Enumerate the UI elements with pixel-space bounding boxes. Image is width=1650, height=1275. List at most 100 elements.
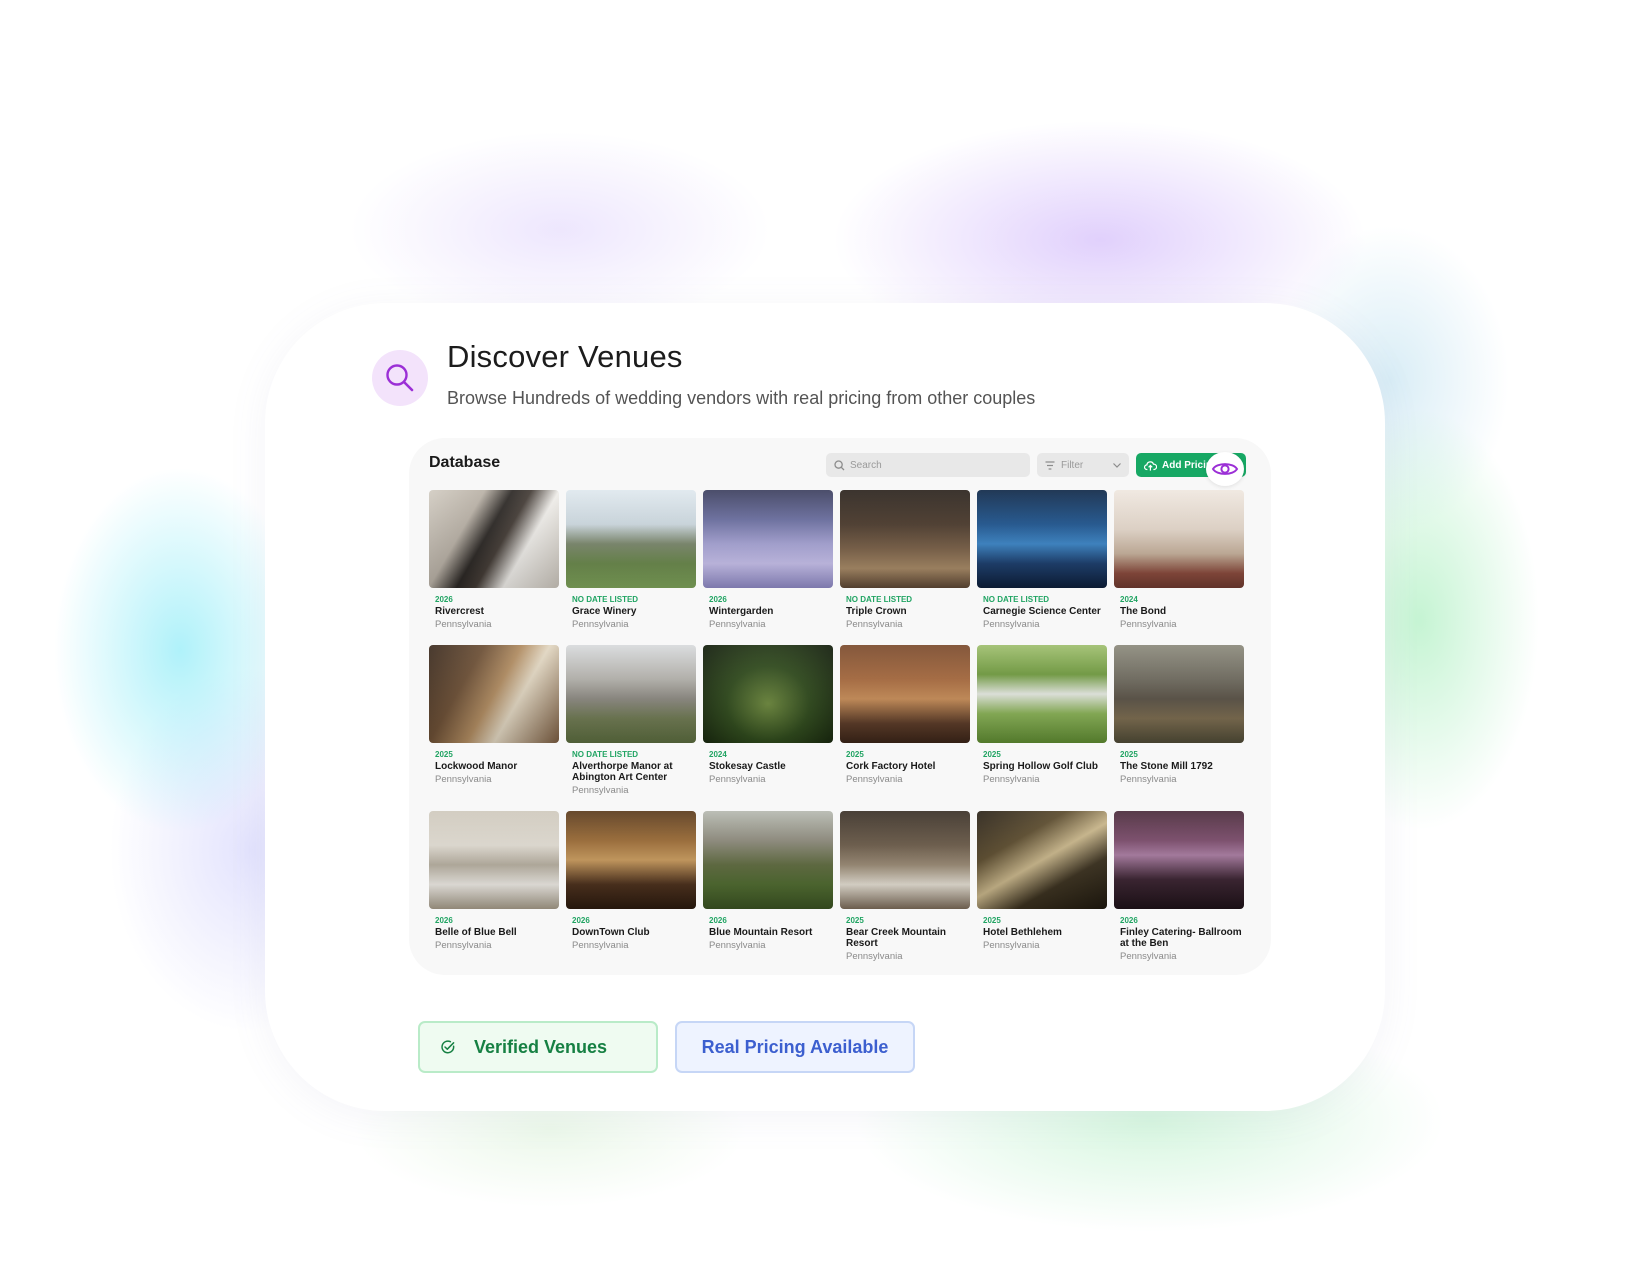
venue-year: NO DATE LISTED [846,595,913,604]
venue-photo [429,645,559,743]
venue-card[interactable]: 2024 Stokesay Castle Pennsylvania [703,645,833,785]
venue-name: Wintergarden [709,606,774,617]
venue-name: Triple Crown [846,606,907,617]
venue-photo [703,490,833,588]
venue-card[interactable]: NO DATE LISTED Alverthorpe Manor at Abin… [566,645,696,796]
filter-icon [1045,460,1055,470]
venue-photo [429,490,559,588]
page-title: Discover Venues [447,339,683,374]
venue-name: DownTown Club [572,927,650,938]
venue-name: Stokesay Castle [709,761,786,772]
venue-year: 2026 [709,916,727,925]
feature-card: Discover Venues Browse Hundreds of weddi… [265,303,1385,1111]
venue-photo [703,645,833,743]
venue-photo [977,645,1107,743]
search-icon [834,459,845,470]
chevron-down-icon [1113,462,1121,468]
venue-photo [429,811,559,909]
venue-name: Spring Hollow Golf Club [983,761,1098,772]
venue-card[interactable]: 2025 Spring Hollow Golf Club Pennsylvani… [977,645,1107,785]
venue-photo [1114,811,1244,909]
venue-location: Pennsylvania [709,774,766,785]
venue-year: 2025 [983,750,1001,759]
venue-card[interactable]: 2025 The Stone Mill 1792 Pennsylvania [1114,645,1244,785]
venue-photo [977,490,1107,588]
venue-photo [566,490,696,588]
verified-venues-badge: Verified Venues [418,1021,658,1073]
venue-photo [703,811,833,909]
venue-year: 2024 [1120,595,1138,604]
venue-card[interactable]: 2026 Blue Mountain Resort Pennsylvania [703,811,833,951]
venue-location: Pennsylvania [572,619,629,630]
real-pricing-label: Real Pricing Available [701,1036,889,1057]
venue-location: Pennsylvania [572,940,629,951]
venue-location: Pennsylvania [435,940,492,951]
venue-name: Cork Factory Hotel [846,761,936,772]
venue-location: Pennsylvania [846,774,903,785]
venue-year: NO DATE LISTED [572,750,639,759]
venue-location: Pennsylvania [1120,619,1177,630]
verified-venues-label: Verified Venues [474,1036,608,1057]
venue-location: Pennsylvania [983,940,1040,951]
venue-card[interactable]: 2025 Lockwood Manor Pennsylvania [429,645,559,785]
real-pricing-badge: Real Pricing Available [675,1021,915,1073]
venue-location: Pennsylvania [846,951,903,962]
venue-location: Pennsylvania [709,940,766,951]
venue-card[interactable]: 2026 Finley Catering- Ballroom at the Be… [1114,811,1244,962]
venue-card[interactable]: 2025 Hotel Bethlehem Pennsylvania [977,811,1107,951]
venue-year: 2025 [435,750,453,759]
venue-location: Pennsylvania [983,774,1040,785]
cloud-upload-icon [1144,460,1157,471]
venue-year: 2025 [846,916,864,925]
venue-name: Rivercrest [435,606,484,617]
search-icon-badge [372,350,428,406]
venue-card[interactable]: 2026 Rivercrest Pennsylvania [429,490,559,630]
venue-name: Blue Mountain Resort [709,927,813,938]
venue-name: The Bond [1120,606,1167,617]
database-title: Database [429,454,501,471]
venue-photo [1114,645,1244,743]
preview-button[interactable] [1206,452,1244,486]
filter-label: Filter [1061,459,1084,471]
venue-photo [840,811,970,909]
venue-name: Hotel Bethlehem [983,927,1062,938]
venue-year: 2026 [572,916,590,925]
venue-photo [840,645,970,743]
database-panel: Database Search Filter Add Pricing 2026 … [409,438,1271,975]
venue-location: Pennsylvania [572,785,629,796]
venue-card[interactable]: 2026 Belle of Blue Bell Pennsylvania [429,811,559,951]
venue-card[interactable]: 2026 Wintergarden Pennsylvania [703,490,833,630]
venue-card[interactable]: 2026 DownTown Club Pennsylvania [566,811,696,951]
eye-icon [1211,463,1239,475]
venue-name: Lockwood Manor [435,761,518,772]
venue-name: Carnegie Science Center [983,606,1101,617]
venue-card[interactable]: NO DATE LISTED Carnegie Science Center P… [977,490,1107,630]
venue-year: 2025 [1120,750,1138,759]
venue-card[interactable]: 2025 Cork Factory Hotel Pennsylvania [840,645,970,785]
venue-photo [1114,490,1244,588]
venue-photo [566,811,696,909]
venue-photo [840,490,970,588]
venue-year: 2026 [1120,916,1138,925]
venue-year: 2024 [709,750,727,759]
venue-card[interactable]: NO DATE LISTED Triple Crown Pennsylvania [840,490,970,630]
page-subtitle: Browse Hundreds of wedding vendors with … [447,388,1036,408]
venue-year: NO DATE LISTED [983,595,1050,604]
venue-year: 2025 [983,916,1001,925]
venue-name: Grace Winery [572,606,637,617]
venue-year: NO DATE LISTED [572,595,639,604]
venue-name: Finley Catering- Ballroom at the Ben [1120,927,1242,949]
venue-location: Pennsylvania [435,619,492,630]
venue-location: Pennsylvania [435,774,492,785]
venue-card[interactable]: 2025 Bear Creek Mountain Resort Pennsylv… [840,811,970,962]
venue-location: Pennsylvania [1120,951,1177,962]
venue-card[interactable]: NO DATE LISTED Grace Winery Pennsylvania [566,490,696,630]
venue-year: 2026 [709,595,727,604]
filter-dropdown[interactable]: Filter [1037,453,1129,477]
venue-year: 2026 [435,916,453,925]
search-input[interactable]: Search [826,453,1030,477]
venue-name: Alverthorpe Manor at Abington Art Center [572,761,673,783]
check-circle-icon [441,1040,455,1054]
venue-photo [977,811,1107,909]
venue-card[interactable]: 2024 The Bond Pennsylvania [1114,490,1244,630]
